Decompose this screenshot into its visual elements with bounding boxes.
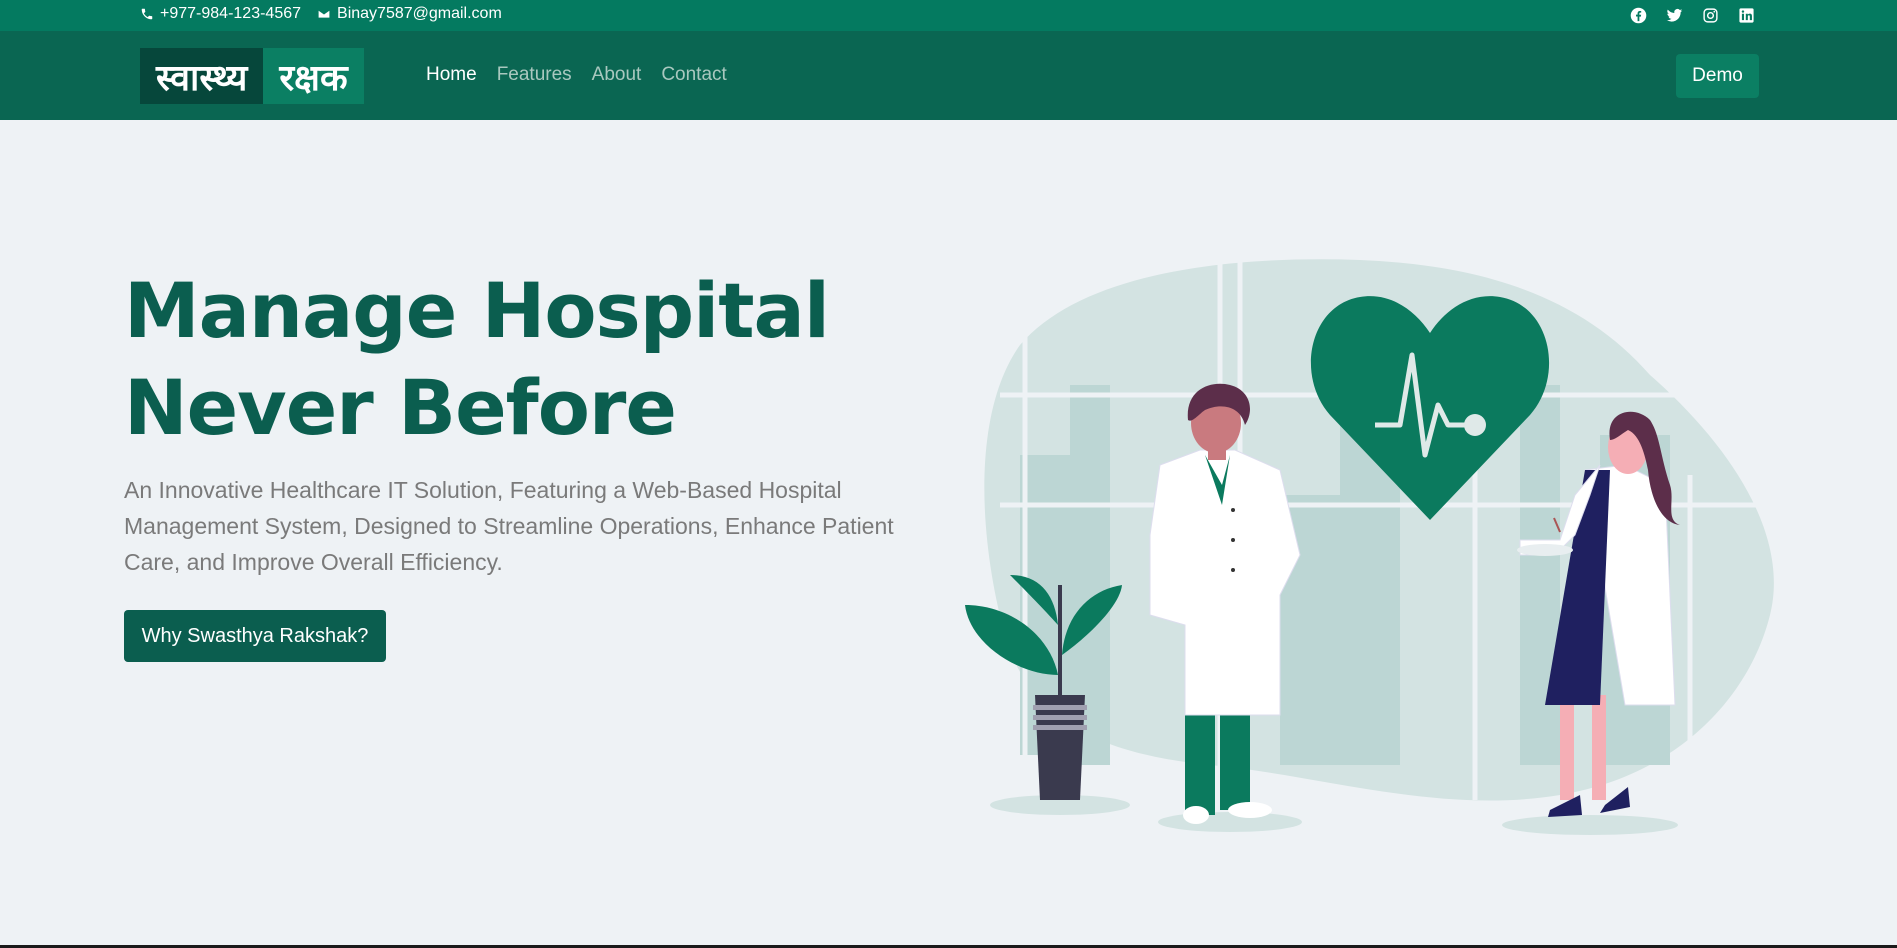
phone-contact[interactable]: +977-984-123-4567 <box>140 5 301 23</box>
brand-logo[interactable]: स्वास्थ्य रक्षक <box>140 48 364 104</box>
top-contact-bar: +977-984-123-4567 Binay7587@gmail.com <box>0 0 1897 31</box>
doctors-illustration <box>965 255 1774 845</box>
nav-links: Home Features About Contact <box>426 64 727 86</box>
logo-text-part1: स्वास्थ्य <box>140 48 264 104</box>
contact-info: +977-984-123-4567 Binay7587@gmail.com <box>140 5 502 23</box>
nav-link-about[interactable]: About <box>592 64 642 86</box>
demo-button[interactable]: Demo <box>1676 54 1759 98</box>
facebook-icon[interactable] <box>1629 6 1647 24</box>
hero-description: An Innovative Healthcare IT Solution, Fe… <box>124 477 894 575</box>
hero-title-line1: Manage Hospital <box>124 266 830 355</box>
twitter-icon[interactable] <box>1665 6 1683 24</box>
nav-link-contact[interactable]: Contact <box>661 64 726 86</box>
nav-link-features[interactable]: Features <box>497 64 572 86</box>
social-links <box>1629 6 1755 24</box>
email-address: Binay7587@gmail.com <box>337 5 502 22</box>
linkedin-icon[interactable] <box>1737 6 1755 24</box>
hero-title: Manage Hospital Never Before <box>124 262 830 456</box>
instagram-icon[interactable] <box>1701 6 1719 24</box>
phone-number: +977-984-123-4567 <box>160 5 302 22</box>
nav-link-home[interactable]: Home <box>426 64 477 86</box>
phone-icon <box>141 8 153 20</box>
email-contact[interactable]: Binay7587@gmail.com <box>317 5 502 23</box>
hero-title-line2: Never Before <box>124 363 677 452</box>
why-swasthya-rakshak-button[interactable]: Why Swasthya Rakshak? <box>124 610 386 662</box>
envelope-icon <box>317 9 331 19</box>
logo-text-part2: रक्षक <box>263 48 364 104</box>
main-navbar: स्वास्थ्य रक्षक Home Features About Cont… <box>0 31 1897 120</box>
